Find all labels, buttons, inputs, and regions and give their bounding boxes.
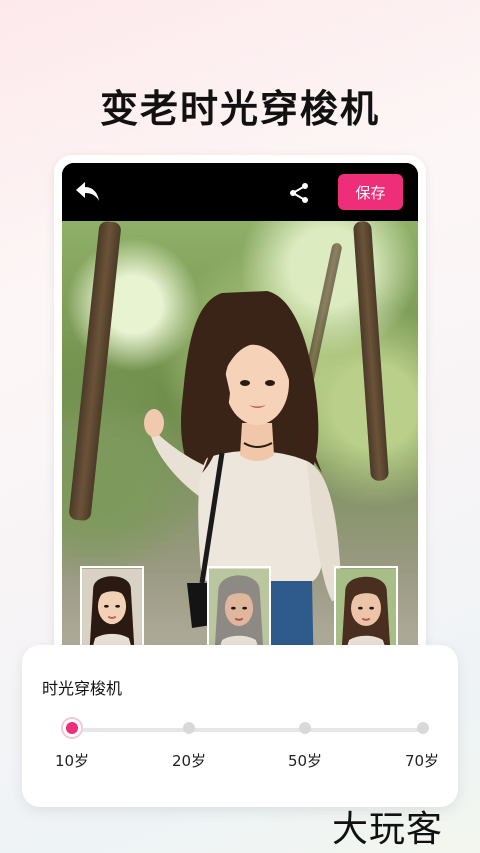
age-label-70[interactable]: 70岁 [397, 750, 447, 771]
age-label-50[interactable]: 50岁 [280, 750, 330, 771]
age-stop-70[interactable] [417, 722, 429, 734]
tree-trunk [68, 220, 122, 522]
time-machine-panel: 时光穿梭机 10岁 20岁 50岁 70岁 [22, 645, 458, 807]
page-headline: 变老时光穿梭机 [99, 87, 380, 131]
back-button[interactable] [74, 179, 102, 205]
portrait-middle-aged-thumbnail [336, 568, 396, 652]
age-slider-thumb[interactable] [61, 717, 83, 739]
age-slider-track[interactable] [70, 728, 424, 732]
age-stop-50[interactable] [299, 722, 311, 734]
age-label-20[interactable]: 20岁 [164, 750, 214, 771]
portrait-young-thumbnail [82, 568, 142, 652]
top-bar: 保存 [62, 163, 418, 221]
portrait-old-thumbnail [209, 568, 269, 652]
phone-frame: 保存 [54, 155, 426, 685]
app-screen: 保存 [62, 163, 418, 685]
share-button[interactable] [287, 181, 311, 205]
back-arrow-icon [76, 182, 99, 201]
thumbnail-old[interactable] [207, 566, 271, 654]
watermark-logo: 大玩客 [332, 809, 444, 850]
age-label-10[interactable]: 10岁 [47, 750, 97, 771]
save-button[interactable]: 保存 [338, 174, 403, 210]
share-icon [290, 183, 308, 203]
main-photo [62, 220, 418, 685]
age-stop-20[interactable] [183, 722, 195, 734]
thumbnail-middle-aged[interactable] [334, 566, 398, 654]
panel-title: 时光穿梭机 [42, 679, 123, 698]
thumbnail-young[interactable] [80, 566, 144, 654]
